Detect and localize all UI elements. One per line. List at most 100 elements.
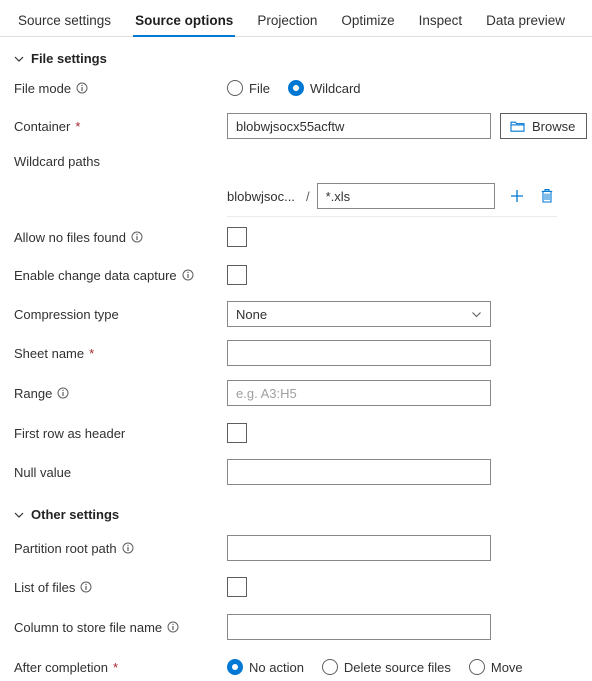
radio-after-completion-no-action[interactable]: No action xyxy=(227,659,304,675)
row-partition-root-path: Partition root path xyxy=(0,534,592,562)
control-compression-type: None xyxy=(227,301,491,327)
label-file-mode: File mode xyxy=(14,81,227,96)
compression-type-value: None xyxy=(236,306,268,322)
info-icon[interactable] xyxy=(57,387,69,399)
control-null-value xyxy=(227,459,491,485)
row-first-row-as-header: First row as header xyxy=(0,419,592,447)
range-input[interactable] xyxy=(227,380,491,406)
tab-source-settings[interactable]: Source settings xyxy=(6,13,123,37)
radio-after-completion-move[interactable]: Move xyxy=(468,659,523,675)
label-wildcard-paths: Wildcard paths xyxy=(14,152,227,169)
tab-projection[interactable]: Projection xyxy=(245,13,329,37)
info-icon[interactable] xyxy=(182,269,194,281)
label-column-to-store-file-name-text: Column to store file name xyxy=(14,619,163,635)
label-sheet-name: Sheet name * xyxy=(14,346,227,361)
control-sheet-name xyxy=(227,340,491,366)
row-column-to-store-file-name: Column to store file name xyxy=(0,613,592,641)
label-partition-root-path: Partition root path xyxy=(14,541,227,556)
wildcard-path-input[interactable] xyxy=(316,183,495,209)
row-allow-no-files-found: Allow no files found xyxy=(0,216,592,251)
radio-indicator-selected xyxy=(287,80,304,96)
tab-optimize[interactable]: Optimize xyxy=(329,13,406,37)
label-after-completion-text: After completion xyxy=(14,659,108,675)
row-wildcard-paths: Wildcard paths xyxy=(0,152,592,180)
control-after-completion: No action Delete source files Move xyxy=(227,659,523,675)
folder-icon xyxy=(510,121,525,132)
wildcard-path-separator: / xyxy=(306,188,310,204)
row-null-value: Null value xyxy=(0,458,592,486)
label-compression-type: Compression type xyxy=(14,307,227,322)
column-to-store-file-name-input[interactable] xyxy=(227,614,491,640)
radio-file-mode-file[interactable]: File xyxy=(227,80,270,96)
radio-group-file-mode: File Wildcard xyxy=(227,80,361,96)
section-title-file-settings: File settings xyxy=(31,51,107,66)
container-input[interactable] xyxy=(227,113,491,139)
tab-inspect[interactable]: Inspect xyxy=(407,13,475,37)
control-enable-change-data-capture xyxy=(227,265,247,285)
row-list-of-files: List of files xyxy=(0,573,592,601)
row-file-mode: File mode File Wildcard xyxy=(0,74,592,102)
radio-label: No action xyxy=(249,659,304,675)
sheet-name-input[interactable] xyxy=(227,340,491,366)
label-allow-no-files-found-text: Allow no files found xyxy=(14,229,127,245)
control-wildcard-path: blobwjsoc... / xyxy=(227,183,555,209)
tab-data-preview[interactable]: Data preview xyxy=(474,13,577,37)
label-enable-change-data-capture: Enable change data capture xyxy=(14,268,227,283)
label-wildcard-paths-text: Wildcard paths xyxy=(14,154,100,169)
radio-label: Wildcard xyxy=(309,80,361,96)
label-first-row-as-header-text: First row as header xyxy=(14,425,126,441)
section-header-file-settings[interactable]: File settings xyxy=(0,51,592,66)
radio-indicator xyxy=(468,659,485,675)
label-enable-change-data-capture-text: Enable change data capture xyxy=(14,267,177,283)
row-after-completion: After completion * No action Delete sour… xyxy=(0,653,592,681)
partition-root-path-input[interactable] xyxy=(227,535,491,561)
required-marker: * xyxy=(112,659,118,675)
row-divider xyxy=(227,216,557,217)
wildcard-path-prefix: blobwjsoc... xyxy=(227,188,295,204)
label-column-to-store-file-name: Column to store file name xyxy=(14,620,227,635)
row-range: Range xyxy=(0,379,592,407)
null-value-input[interactable] xyxy=(227,459,491,485)
add-wildcard-path-button[interactable] xyxy=(509,187,525,205)
label-after-completion: After completion * xyxy=(14,660,227,675)
radio-indicator xyxy=(227,80,243,96)
label-compression-type-text: Compression type xyxy=(14,306,119,322)
allow-no-files-found-checkbox[interactable] xyxy=(227,227,247,247)
browse-button[interactable]: Browse xyxy=(500,113,588,139)
info-icon[interactable] xyxy=(76,82,88,94)
control-file-mode: File Wildcard xyxy=(227,80,361,96)
label-allow-no-files-found: Allow no files found xyxy=(14,230,227,245)
radio-label: Delete source files xyxy=(343,659,451,675)
radio-label: Move xyxy=(490,659,523,675)
chevron-down-icon xyxy=(14,54,24,64)
info-icon[interactable] xyxy=(167,621,179,633)
row-sheet-name: Sheet name * xyxy=(0,339,592,367)
info-icon[interactable] xyxy=(122,542,134,554)
enable-change-data-capture-checkbox[interactable] xyxy=(227,265,247,285)
control-column-to-store-file-name xyxy=(227,614,491,640)
source-options-form: File settings File mode File Wildcard Co… xyxy=(0,51,592,681)
trash-icon xyxy=(541,188,552,203)
info-icon[interactable] xyxy=(80,581,92,593)
info-icon[interactable] xyxy=(131,231,143,243)
row-enable-change-data-capture: Enable change data capture xyxy=(0,261,592,289)
section-title-other-settings: Other settings xyxy=(31,507,120,522)
control-list-of-files xyxy=(227,577,247,597)
label-range: Range xyxy=(14,386,227,401)
label-file-mode-text: File mode xyxy=(14,80,72,96)
radio-after-completion-delete-source-files[interactable]: Delete source files xyxy=(321,659,451,675)
browse-button-label: Browse xyxy=(532,118,576,134)
control-partition-root-path xyxy=(227,535,491,561)
delete-wildcard-path-button[interactable] xyxy=(539,187,555,205)
label-range-text: Range xyxy=(14,385,53,401)
row-container: Container * Browse xyxy=(0,112,592,140)
control-allow-no-files-found xyxy=(227,227,247,247)
section-header-other-settings[interactable]: Other settings xyxy=(0,507,592,522)
compression-type-dropdown[interactable]: None xyxy=(227,301,491,327)
tab-source-options[interactable]: Source options xyxy=(123,13,245,37)
first-row-as-header-checkbox[interactable] xyxy=(227,423,247,443)
row-compression-type: Compression type None xyxy=(0,300,592,328)
list-of-files-checkbox[interactable] xyxy=(227,577,247,597)
row-wildcard-path-entry: blobwjsoc... / xyxy=(0,182,592,210)
radio-file-mode-wildcard[interactable]: Wildcard xyxy=(287,80,361,96)
